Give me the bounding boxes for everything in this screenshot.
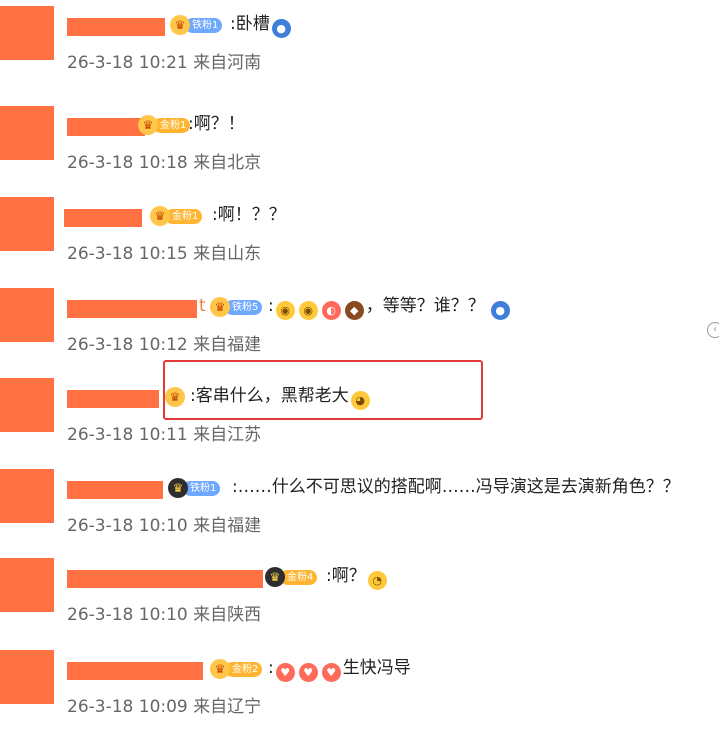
kiss-emoji: ♥ [321,663,341,682]
username-redacted[interactable] [67,481,163,499]
octopus-emoji: ◐ [321,301,341,320]
avatar[interactable] [0,288,54,342]
kiss-emoji: ♥ [275,663,295,682]
location: 来自江苏 [193,425,262,445]
fan-badge[interactable]: ♛ 金粉1 [150,206,203,226]
comment-text: :卧槽 ● [230,12,293,38]
fan-badge[interactable]: ♛ 铁粉5 [210,297,263,317]
avatar[interactable] [0,650,54,704]
username-redacted[interactable] [67,18,165,36]
comment-meta: 26-3-18 10:09 来自辽宁 [67,695,261,719]
username-redacted[interactable] [67,662,203,680]
comment-meta: 26-3-18 10:10 来自陕西 [67,603,261,627]
location: 来自辽宁 [193,697,262,717]
cake-emoji: ◆ [344,301,364,320]
username-redacted[interactable] [67,300,197,318]
fan-medal-icon: ♛ [138,115,158,135]
fan-medal-icon: ♛ [170,15,190,35]
badge-label: 金粉2 [225,661,263,677]
username-redacted[interactable] [67,118,145,136]
location: 来自河南 [193,53,262,73]
username-suffix[interactable]: t [199,294,206,318]
crown-icon: ♛ [265,567,285,587]
comment-text: :啊？！ [188,114,245,134]
comment-meta: 26-3-18 10:11 来自江苏 [67,423,261,447]
badge-label: 铁粉1 [183,480,221,496]
avatar[interactable] [0,6,54,60]
fan-badge[interactable]: ♛ 金粉2 [210,659,263,679]
comment-item: ♛ 金粉1 :啊？！ 26-3-18 10:18 来自北京 [0,106,719,194]
timestamp: 26-3-18 10:18 [67,153,188,173]
timestamp: 26-3-18 10:09 [67,697,188,717]
comment-item: ♛ 金粉2 : ♥ ♥ ♥ 生快冯导 26-3-18 10:09 来自辽宁 [0,650,719,738]
username-redacted[interactable] [64,209,142,227]
comment-meta: 26-3-18 10:21 来自河南 [67,51,261,75]
comment-meta: 26-3-18 10:15 来自山东 [67,242,261,266]
doge-emoji: ● [271,19,291,38]
comment-item: ♛ 铁粉1 :卧槽 ● 26-3-18 10:21 来自河南 [0,6,719,94]
avatar[interactable] [0,378,54,432]
fan-badge[interactable]: ♛ [165,387,185,407]
comment-item: ♛ 铁粉1 :……什么不可思议的搭配啊……冯导演这是去演新角色？？ 26-3-1… [0,469,719,557]
badge-label: 铁粉1 [185,17,223,33]
avatar[interactable] [0,106,54,160]
location: 来自福建 [193,335,262,355]
fan-medal-icon: ♛ [210,297,230,317]
kiss-emoji: ♥ [298,663,318,682]
shocked-emoji: ◉ [275,301,295,320]
timestamp: 26-3-18 10:10 [67,605,188,625]
doge-emoji: ● [490,301,510,320]
timestamp: 26-3-18 10:12 [67,335,188,355]
crown-icon: ♛ [168,478,188,498]
timestamp: 26-3-18 10:15 [67,244,188,264]
fan-badge[interactable]: ♛ 铁粉1 [168,478,221,498]
timestamp: 26-3-18 10:11 [67,425,188,445]
location: 来自北京 [193,153,262,173]
fan-badge[interactable]: ♛ 铁粉1 [170,15,223,35]
timestamp: 26-3-18 10:21 [67,53,188,73]
avatar[interactable] [0,197,54,251]
badge-label: 金粉4 [280,569,318,585]
fan-medal-icon: ♛ [210,659,230,679]
avatar[interactable] [0,558,54,612]
location: 来自福建 [193,516,262,536]
location: 来自山东 [193,244,262,264]
side-scroll-icon[interactable]: ‹ [707,322,719,338]
fan-medal-icon: ♛ [150,206,170,226]
comment-item: ♛ 金粉1 :啊！？？ 26-3-18 10:15 来自山东 [0,197,719,285]
comment-meta: 26-3-18 10:12 来自福建 [67,333,261,357]
fan-badge[interactable]: ♛ 金粉1 [138,115,191,135]
badge-label: 金粉1 [165,208,203,224]
badge-label: 铁粉5 [225,299,263,315]
badge-label: 金粉1 [153,117,191,133]
comment-text: :啊！？？ [212,205,286,225]
highlight-box [163,360,483,420]
comment-item: ♛ 金粉4 :啊？ ◔ 26-3-18 10:10 来自陕西 [0,558,719,646]
comment-meta: 26-3-18 10:10 来自福建 [67,514,261,538]
comment-text: :啊？ ◔ [326,564,389,590]
avatar[interactable] [0,469,54,523]
timestamp: 26-3-18 10:10 [67,516,188,536]
comment-text: :……什么不可思议的搭配啊……冯导演这是去演新角色？？ [232,477,680,497]
username-redacted[interactable] [67,570,263,588]
crying-emoji: ◔ [367,571,387,590]
comment-text: : ◉ ◉ ◐ ◆ ，等等？谁？？ ● [268,294,512,320]
comment-text: : ♥ ♥ ♥ 生快冯导 [268,656,411,682]
shocked-emoji: ◉ [298,301,318,320]
username-redacted[interactable] [67,390,159,408]
location: 来自陕西 [193,605,262,625]
fan-medal-icon: ♛ [165,387,185,407]
fan-badge[interactable]: ♛ 金粉4 [265,567,318,587]
comment-meta: 26-3-18 10:18 来自北京 [67,151,261,175]
